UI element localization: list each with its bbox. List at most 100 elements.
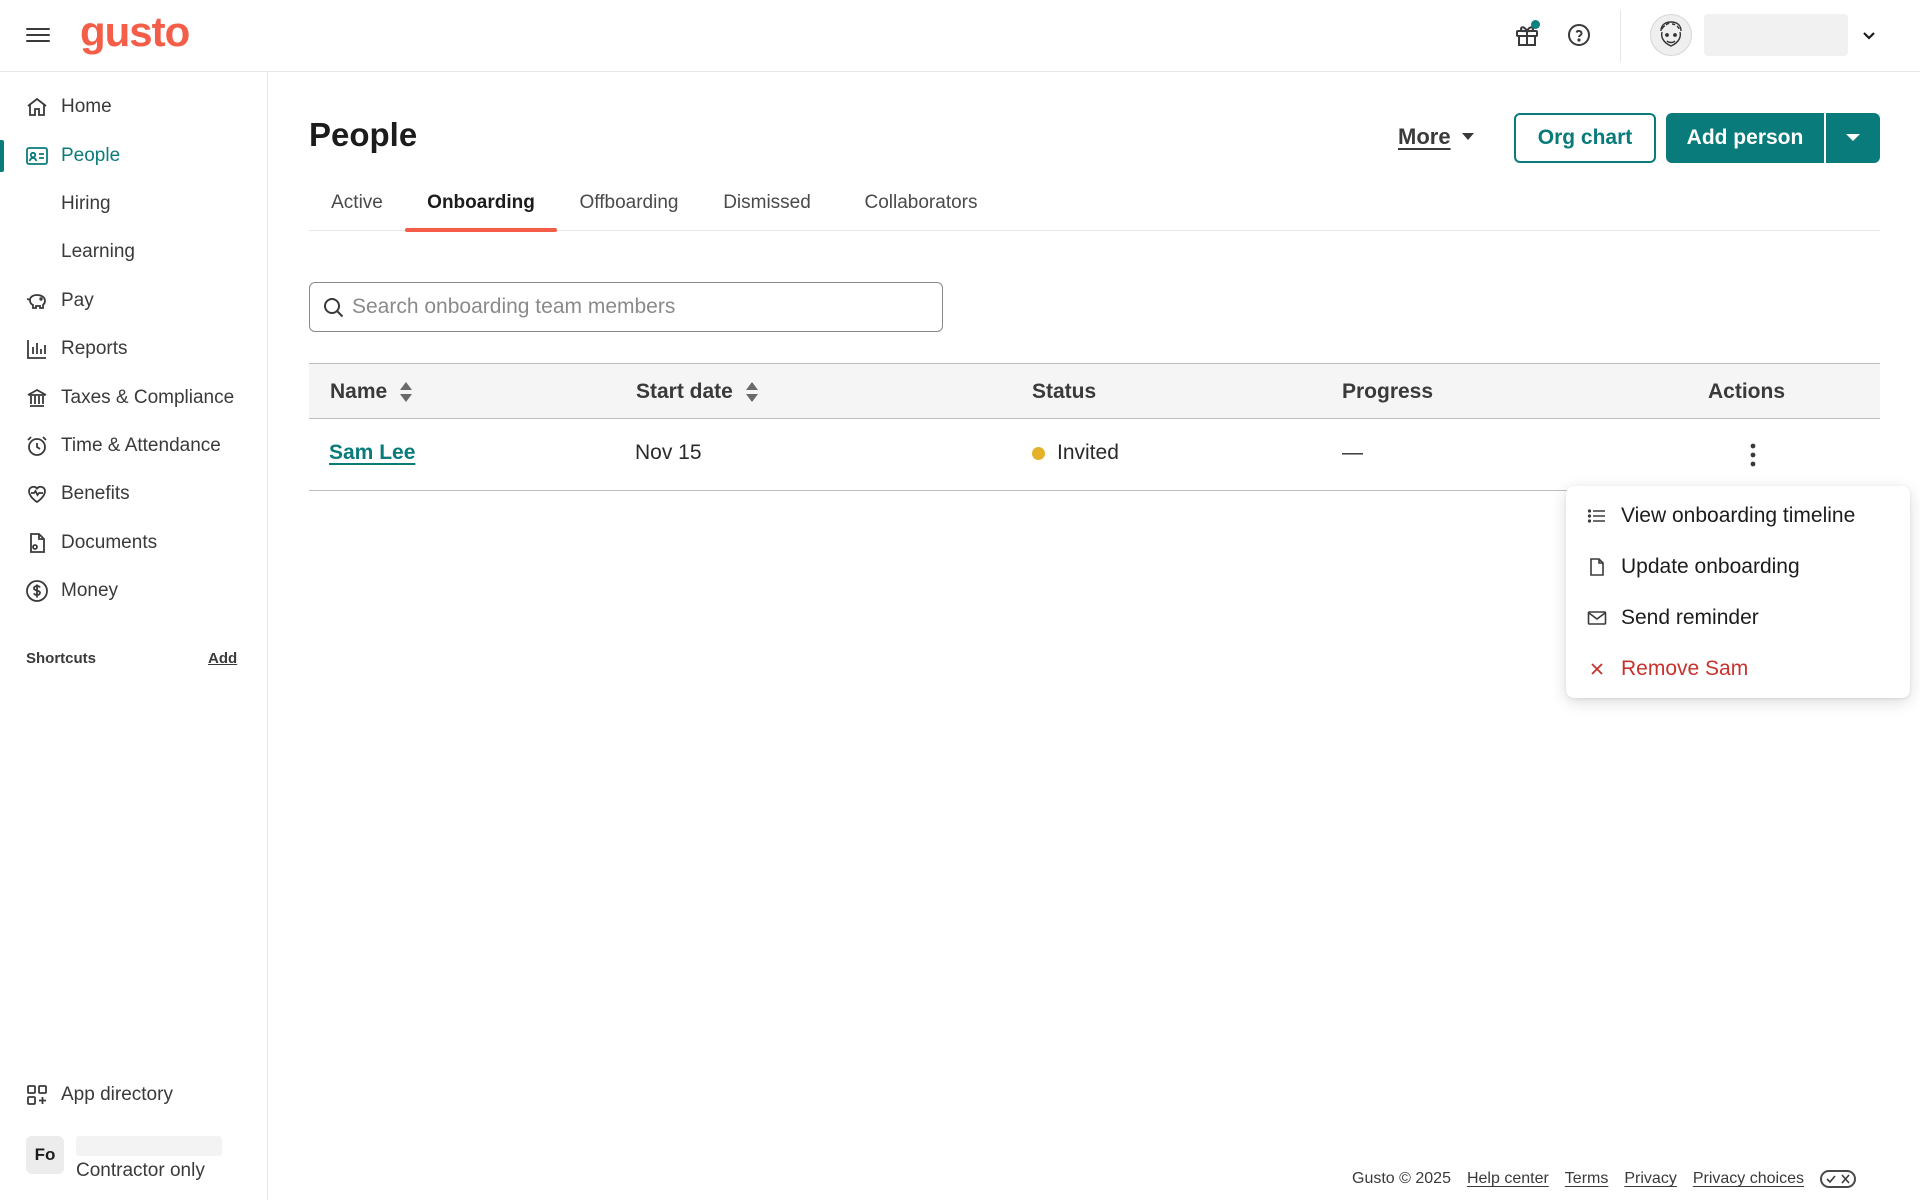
company-name[interactable] [76, 1136, 222, 1156]
bar-chart-icon [24, 336, 50, 362]
sidebar-item-label: Learning [61, 241, 135, 262]
sidebar-item-time-attendance[interactable]: Time & Attendance [0, 426, 268, 466]
add-person-options-button[interactable] [1826, 113, 1880, 163]
status-dot [1032, 446, 1045, 460]
piggy-bank-icon [24, 288, 50, 314]
user-name[interactable] [1704, 14, 1848, 56]
sidebar-item-label: Reports [61, 338, 128, 359]
sidebar-item-home[interactable]: Home [0, 87, 268, 127]
more-dropdown[interactable]: More [1398, 124, 1475, 150]
envelope-icon [1586, 607, 1608, 629]
sort-icon [745, 382, 758, 402]
menu-item-label: Remove Sam [1621, 657, 1749, 680]
menu-item-send-reminder[interactable]: Send reminder [1566, 594, 1910, 642]
chevron-down-icon[interactable] [1860, 26, 1878, 44]
caret-down-icon [1461, 133, 1474, 140]
row-actions-menu: View onboarding timeline Update onboardi… [1566, 486, 1910, 698]
progress-cell: — [1342, 441, 1363, 464]
sidebar-item-hiring[interactable]: Hiring [0, 184, 268, 224]
document-icon [24, 530, 50, 556]
kebab-menu-icon [1750, 443, 1756, 467]
close-icon [1586, 658, 1608, 680]
gusto-logo[interactable]: gusto [80, 8, 190, 56]
more-label: More [1398, 124, 1451, 149]
column-name[interactable]: Name [330, 380, 413, 404]
home-icon [24, 94, 50, 120]
dollar-circle-icon [24, 578, 50, 604]
menu-item-update-onboarding[interactable]: Update onboarding [1566, 543, 1910, 591]
add-shortcut-link[interactable]: Add [208, 650, 237, 667]
start-date-cell: Nov 15 [635, 441, 702, 464]
column-start-date[interactable]: Start date [636, 380, 759, 404]
column-progress: Progress [1342, 380, 1434, 403]
document-icon [1586, 556, 1608, 578]
org-chart-button[interactable]: Org chart [1514, 113, 1656, 163]
menu-item-label: Send reminder [1621, 606, 1759, 629]
sidebar-item-taxes-compliance[interactable]: Taxes & Compliance [0, 378, 268, 418]
company-badge[interactable]: Fo [26, 1136, 64, 1174]
sidebar-item-people[interactable]: People [0, 136, 268, 176]
grid-icon [24, 1082, 50, 1108]
tab-onboarding[interactable]: Onboarding [405, 184, 557, 232]
user-avatar[interactable] [1650, 14, 1692, 56]
footer: Gusto © 2025 Help center Terms Privacy P… [1352, 1170, 1856, 1188]
menu-item-remove-sam[interactable]: Remove Sam [1566, 645, 1910, 693]
search-input[interactable] [352, 283, 932, 331]
sidebar: Home People Hiring Learning Pay Reports … [0, 72, 268, 1200]
hamburger-menu-icon[interactable] [26, 24, 50, 46]
caret-down-icon [1846, 134, 1860, 141]
sidebar-item-documents[interactable]: Documents [0, 523, 268, 563]
bank-icon [24, 385, 50, 411]
tab-offboarding[interactable]: Offboarding [567, 184, 691, 231]
employee-name-link[interactable]: Sam Lee [329, 441, 415, 465]
footer-link-terms[interactable]: Terms [1565, 1170, 1609, 1188]
search-icon [324, 298, 344, 318]
sort-icon [400, 382, 413, 402]
help-icon[interactable] [1564, 20, 1594, 50]
tab-active[interactable]: Active [309, 184, 405, 231]
menu-item-view-onboarding-timeline[interactable]: View onboarding timeline [1566, 492, 1910, 540]
table-row: Sam Lee Nov 15 Invited — [309, 419, 1880, 491]
sidebar-item-label: People [61, 145, 121, 166]
column-status: Status [1032, 380, 1097, 403]
table-header: Name Start date Status Progress Actions [309, 363, 1880, 419]
heart-icon [24, 481, 50, 507]
footer-link-privacy-choices[interactable]: Privacy choices [1693, 1170, 1804, 1188]
page-title: People [309, 116, 418, 153]
sidebar-item-label: Hiring [61, 193, 111, 214]
sidebar-item-label: Home [61, 96, 112, 117]
add-person-button[interactable]: Add person [1666, 113, 1824, 163]
footer-link-privacy[interactable]: Privacy [1624, 1170, 1676, 1188]
menu-item-label: View onboarding timeline [1621, 504, 1856, 527]
shortcuts-heading: Shortcuts [26, 650, 97, 667]
column-label: Name [330, 380, 388, 403]
sidebar-item-label: Time & Attendance [61, 435, 221, 456]
gift-icon[interactable] [1512, 20, 1542, 50]
sidebar-item-app-directory[interactable]: App directory [0, 1075, 268, 1115]
employee-name[interactable]: Sam Lee [329, 441, 415, 465]
sidebar-item-label: Benefits [61, 483, 130, 504]
sidebar-item-label: App directory [61, 1084, 173, 1105]
sidebar-item-benefits[interactable]: Benefits [0, 474, 268, 514]
search-box [309, 282, 943, 332]
column-actions: Actions [1708, 380, 1786, 403]
tab-dismissed[interactable]: Dismissed [709, 184, 825, 231]
row-actions-button[interactable] [1735, 437, 1771, 473]
footer-link-help-center[interactable]: Help center [1467, 1170, 1549, 1188]
sidebar-item-money[interactable]: Money [0, 571, 268, 611]
list-icon [1586, 505, 1608, 527]
sidebar-item-reports[interactable]: Reports [0, 329, 268, 369]
top-divider [1620, 10, 1621, 62]
menu-item-label: Update onboarding [1621, 555, 1800, 578]
sidebar-item-label: Documents [61, 532, 158, 553]
people-tabs: Active Onboarding Offboarding Dismissed … [309, 184, 1880, 232]
company-plan: Contractor only [76, 1160, 205, 1181]
sidebar-item-label: Money [61, 580, 119, 601]
status-badge: Invited [1057, 441, 1119, 464]
sidebar-item-pay[interactable]: Pay [0, 281, 268, 321]
privacy-choices-icon[interactable] [1819, 1170, 1856, 1188]
id-card-icon [24, 143, 50, 169]
alarm-clock-icon [24, 433, 50, 459]
sidebar-item-learning[interactable]: Learning [0, 232, 268, 272]
tab-collaborators[interactable]: Collaborators [851, 184, 991, 231]
